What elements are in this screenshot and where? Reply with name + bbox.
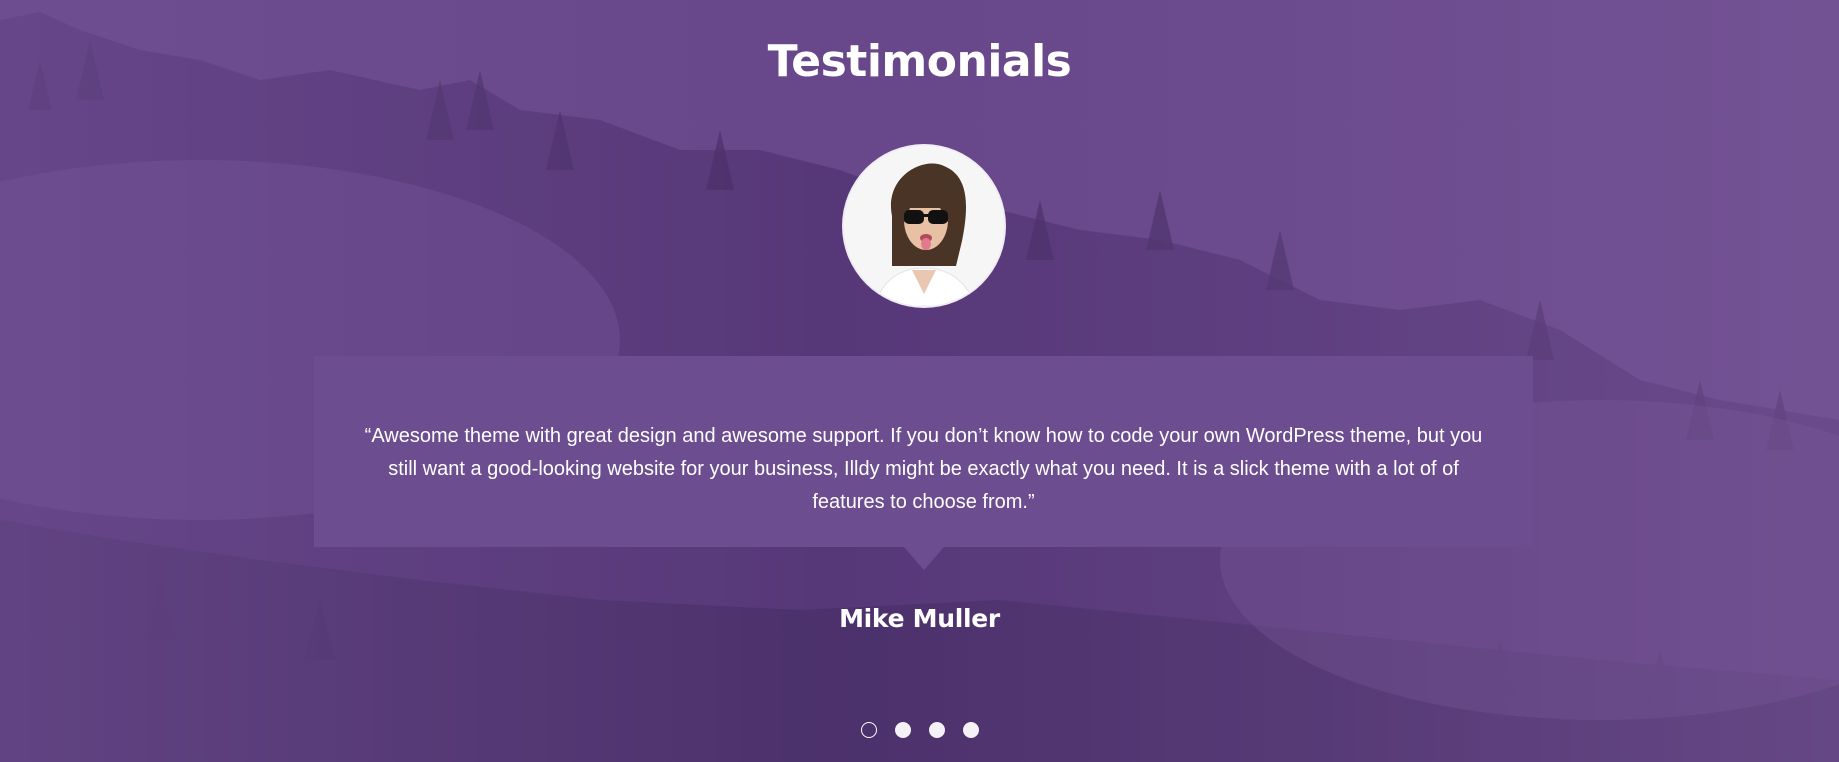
testimonial-quote-box: “Awesome theme with great design and awe… (314, 356, 1533, 570)
section-title: Testimonials (767, 36, 1072, 87)
carousel-dot-4[interactable] (962, 722, 979, 738)
carousel-dot-3[interactable] (928, 722, 945, 738)
testimonial-avatar (844, 146, 1004, 306)
carousel-dot-1[interactable] (860, 722, 877, 738)
carousel-dot-2[interactable] (894, 722, 911, 738)
person-avatar-icon (844, 146, 1004, 306)
testimonial-quote: “Awesome theme with great design and awe… (364, 425, 1483, 513)
testimonials-section: Testimonials “Awesome theme with great d… (0, 0, 1839, 762)
testimonial-author: Mike Muller (839, 604, 1000, 633)
carousel-pagination (0, 722, 1839, 738)
